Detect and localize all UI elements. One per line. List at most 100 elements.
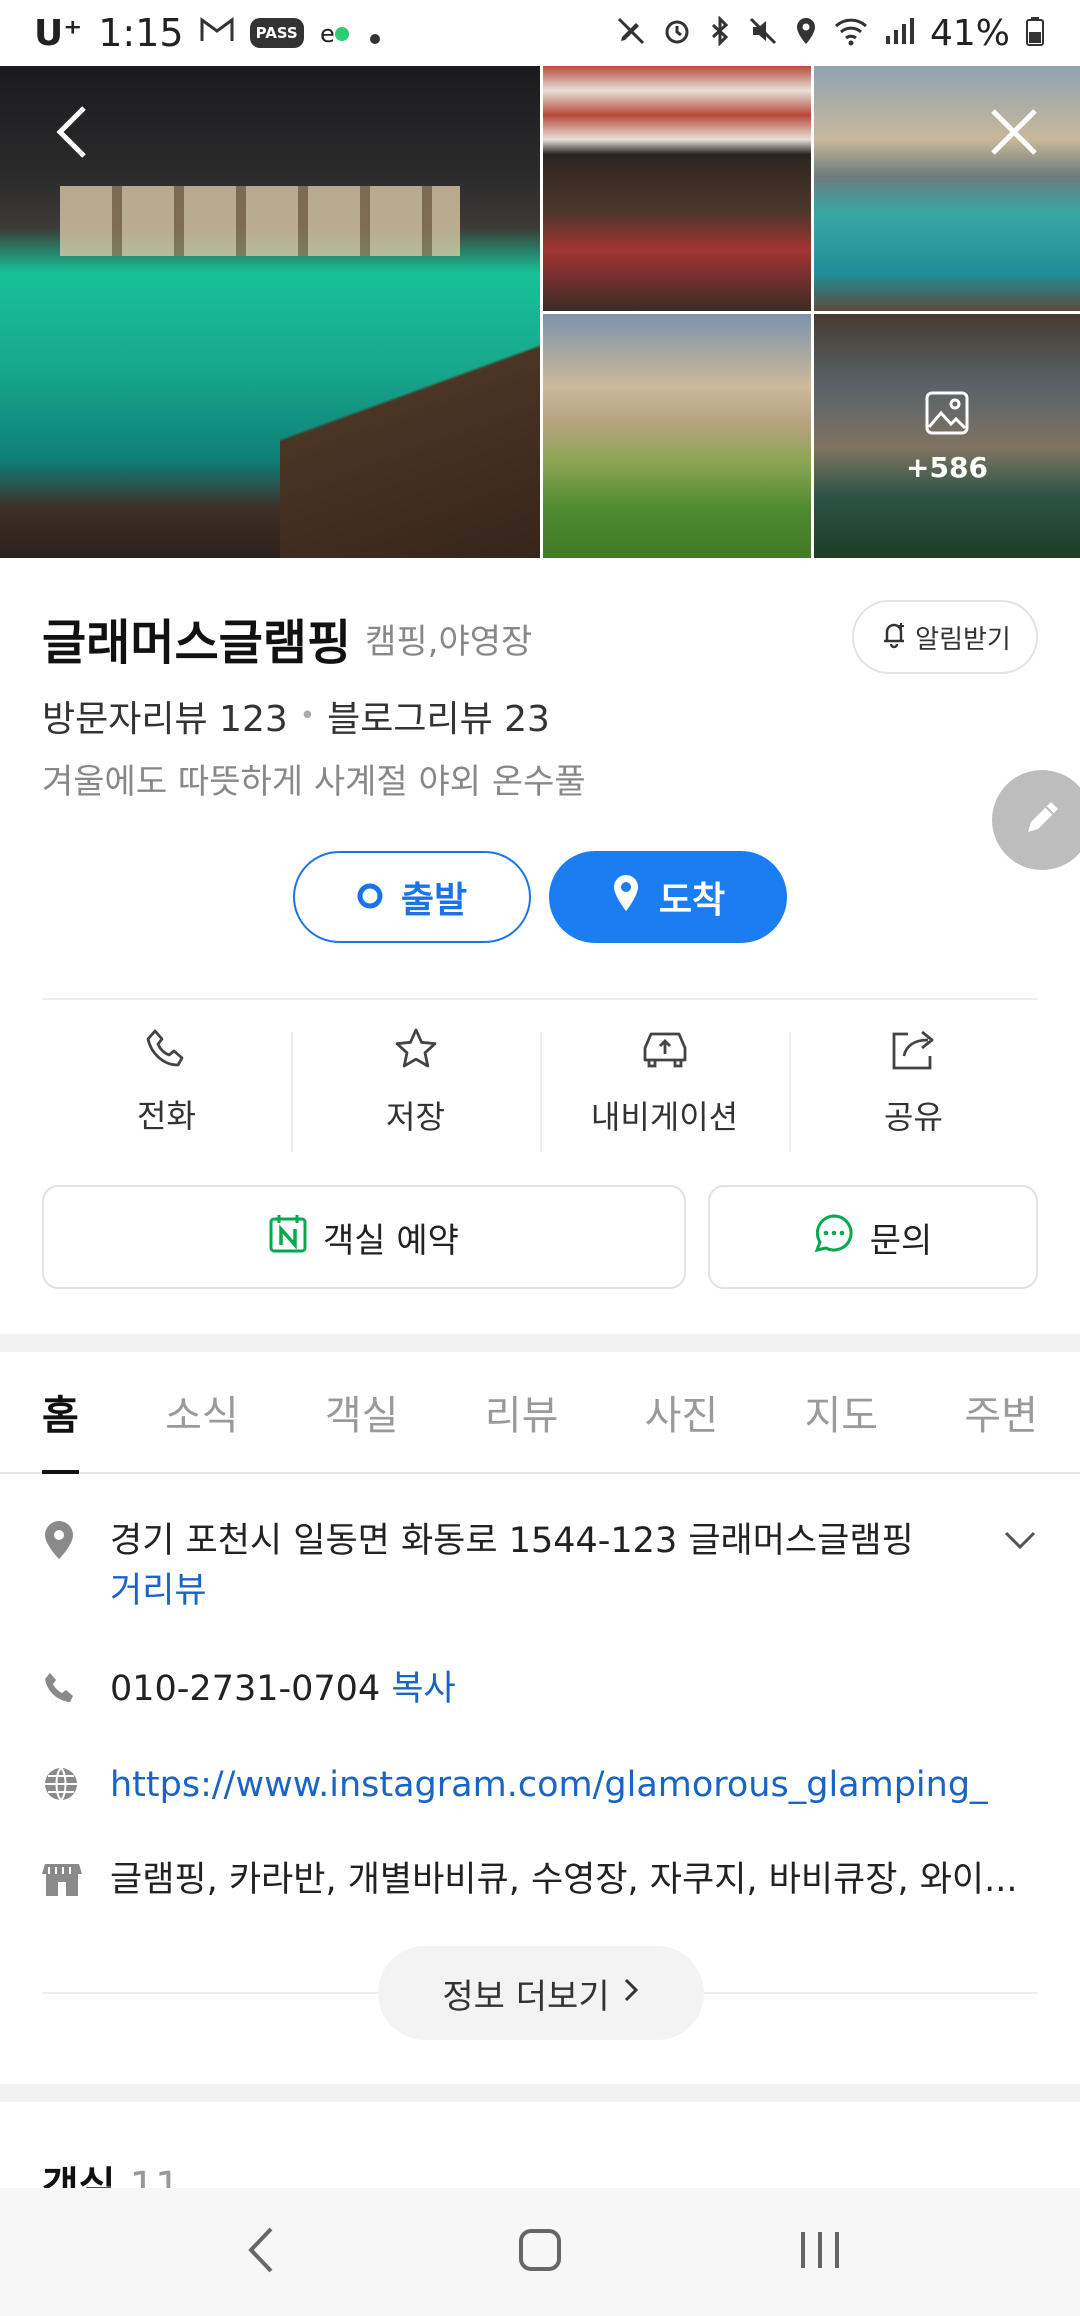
pen-off-icon (616, 11, 646, 55)
app-notification-icon: e (320, 11, 352, 55)
tab-reviews[interactable]: 리뷰 (485, 1352, 559, 1472)
system-recents-button[interactable] (780, 2212, 860, 2292)
call-action[interactable]: 전화 (42, 1002, 291, 1162)
chat-bubble-icon (814, 1213, 854, 1262)
call-label: 전화 (137, 1097, 196, 1135)
battery-icon (1026, 11, 1044, 55)
bell-plus-icon (879, 619, 909, 656)
photo-cabins (60, 186, 460, 256)
back-button[interactable] (42, 104, 102, 164)
tab-photos[interactable]: 사진 (645, 1352, 719, 1472)
share-label: 공유 (884, 1098, 943, 1136)
address-row[interactable]: 경기 포천시 일동면 화동로 1544-123 글래머스글램핑 거리뷰 (42, 1516, 1038, 1616)
chevron-right-icon (622, 1973, 640, 2013)
section-separator-2 (0, 2084, 1080, 2102)
tab-rooms[interactable]: 객실 (325, 1352, 399, 1472)
route-buttons: 출발 도착 (0, 851, 1080, 943)
room-reserve-button[interactable]: 객실 예약 (42, 1185, 686, 1289)
street-view-link[interactable]: 거리뷰 (110, 1566, 914, 1616)
tab-map[interactable]: 지도 (805, 1352, 879, 1472)
car-navigation-icon (639, 1026, 691, 1076)
review-summary: 방문자리뷰 123 • 블로그리뷰 23 (42, 690, 550, 742)
booking-row: 객실 예약 문의 (42, 1185, 1038, 1289)
star-icon (393, 1026, 439, 1076)
save-label: 저장 (386, 1098, 445, 1136)
visitor-reviews-link[interactable]: 방문자리뷰 123 (42, 690, 288, 742)
recents-icon (797, 2228, 843, 2276)
notify-button[interactable]: 알림받기 (852, 600, 1038, 674)
naver-calendar-icon (269, 1213, 307, 1262)
chevron-down-icon[interactable] (1002, 1522, 1038, 1562)
depart-button[interactable]: 출발 (293, 851, 531, 943)
phone-icon (145, 1027, 189, 1075)
address-text: 경기 포천시 일동면 화동로 1544-123 글래머스글램핑 (110, 1521, 914, 1561)
more-photos-overlay[interactable]: +586 (814, 314, 1080, 558)
store-icon (42, 1855, 86, 1903)
place-header: 글래머스글램핑 캠핑,야영장 알림받기 (42, 598, 1038, 678)
notify-label: 알림받기 (915, 624, 1011, 655)
photo-gallery[interactable]: +586 (0, 66, 1080, 558)
place-description: 겨울에도 따뜻하게 사계절 야외 온수풀 (42, 762, 586, 802)
location-icon (794, 11, 818, 55)
alarm-icon (662, 11, 692, 55)
copy-link[interactable]: 복사 (391, 1669, 455, 1709)
globe-icon (42, 1760, 86, 1808)
gmail-icon (200, 16, 234, 51)
website-link[interactable]: https://www.instagram.com/glamorous_glam… (110, 1760, 988, 1810)
phone-row: 010-2731-0704 복사 (42, 1664, 1038, 1714)
wifi-icon (834, 11, 868, 55)
status-bar: U⁺ 1:15 PASS e 41% (0, 0, 1080, 66)
pencil-icon (1018, 794, 1066, 846)
chevron-left-icon (52, 104, 92, 164)
photo-lawn[interactable] (543, 314, 811, 558)
location-pin-icon (611, 873, 641, 922)
amenities-row[interactable]: 글램핑, 카라반, 개별바비큐, 수영장, 자쿠지, 바비큐장, 와이... (42, 1855, 1038, 1905)
tab-bar: 홈 소식 객실 리뷰 사진 지도 주변 (0, 1352, 1080, 1474)
image-icon (923, 389, 971, 441)
tab-home[interactable]: 홈 (42, 1352, 79, 1474)
close-button[interactable] (984, 104, 1044, 164)
system-home-button[interactable] (500, 2212, 580, 2292)
battery-percent: 41% (929, 12, 1010, 54)
save-action[interactable]: 저장 (291, 1002, 540, 1162)
carrier-label: U⁺ (34, 12, 83, 54)
website-row: https://www.instagram.com/glamorous_glam… (42, 1760, 1038, 1810)
more-info-button[interactable]: 정보 더보기 (378, 1946, 704, 2040)
system-nav-bar (0, 2188, 1080, 2316)
phone-small-icon (42, 1664, 86, 1712)
separator-dot: • (299, 701, 316, 731)
share-icon (890, 1026, 938, 1076)
more-notifications-dot (368, 11, 382, 55)
section-separator (0, 1334, 1080, 1352)
blog-reviews-link[interactable]: 블로그리뷰 23 (327, 690, 550, 742)
bluetooth-icon (708, 11, 732, 55)
action-bar: 전화 저장 내비게이션 공유 (42, 1002, 1038, 1162)
arrive-button[interactable]: 도착 (549, 851, 787, 943)
amenities-text: 글램핑, 카라반, 개별바비큐, 수영장, 자쿠지, 바비큐장, 와이... (110, 1860, 1018, 1900)
phone-number[interactable]: 010-2731-0704 (110, 1669, 380, 1709)
share-action[interactable]: 공유 (789, 1002, 1038, 1162)
place-name: 글래머스글램핑 (42, 615, 352, 671)
photo-caravan[interactable] (543, 66, 811, 311)
more-photos-count: +586 (906, 450, 988, 484)
photo-pool[interactable] (814, 66, 1080, 311)
map-pin-icon (42, 1516, 86, 1564)
pass-app-icon: PASS (249, 18, 304, 48)
arrive-label: 도착 (658, 880, 726, 921)
mute-icon (748, 11, 778, 55)
close-icon (989, 107, 1039, 161)
navigation-action[interactable]: 내비게이션 (540, 1002, 789, 1162)
tab-nearby[interactable]: 주변 (964, 1352, 1038, 1472)
inquiry-button[interactable]: 문의 (708, 1185, 1038, 1289)
inquiry-label: 문의 (869, 1220, 933, 1261)
origin-dot-icon (357, 877, 383, 918)
svg-text:e: e (320, 20, 335, 46)
reserve-label: 객실 예약 (323, 1220, 459, 1261)
place-category: 캠핑,야영장 (365, 621, 533, 662)
system-back-button[interactable] (220, 2212, 300, 2292)
depart-label: 출발 (400, 880, 468, 921)
home-square-icon (518, 2228, 562, 2276)
clock: 1:15 (98, 11, 184, 55)
tab-news[interactable]: 소식 (165, 1352, 239, 1472)
signal-icon (884, 11, 914, 55)
